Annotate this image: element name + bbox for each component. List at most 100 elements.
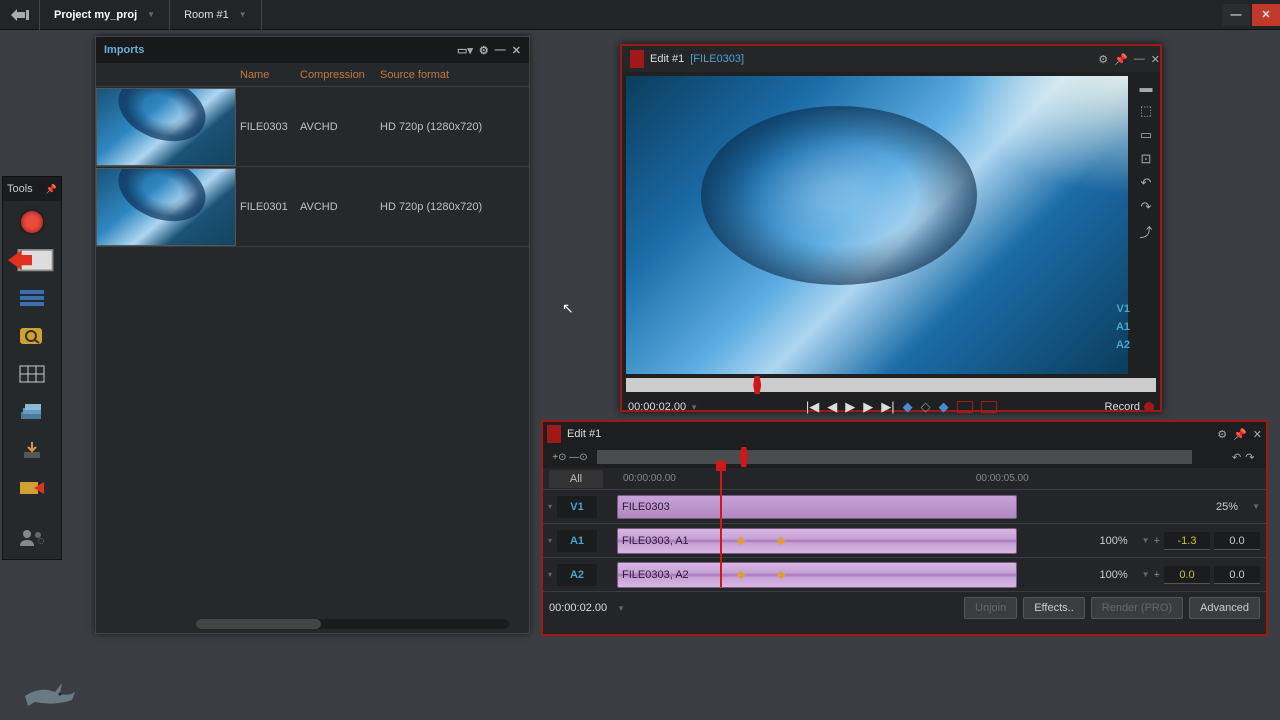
preview-header: Edit #1 [FILE0303] ⚙ 📌 — ✕ <box>622 46 1160 72</box>
chevron-down-icon[interactable]: ▼ <box>1142 536 1150 545</box>
project-dropdown[interactable]: Project my_proj ▼ <box>40 0 170 30</box>
expand-icon[interactable]: ▾ <box>543 536 557 545</box>
expand-icon[interactable]: ▾ <box>543 570 557 579</box>
goto-start-button[interactable]: |◀ <box>806 399 819 415</box>
playhead[interactable] <box>720 467 722 587</box>
users-tool[interactable] <box>8 521 56 555</box>
audio-clip[interactable]: FILE0303, A1 <box>617 528 1017 554</box>
video-clip[interactable]: FILE0303 <box>617 495 1017 519</box>
advanced-button[interactable]: Advanced <box>1189 597 1260 619</box>
preview-side-tools: ▬ ⬚ ▭ ⊡ ↶ ↷ ⤴ <box>1132 72 1160 378</box>
all-button[interactable]: All <box>549 470 603 488</box>
overview-marker[interactable] <box>740 447 748 467</box>
track-label[interactable]: V1 <box>557 496 597 518</box>
play-button[interactable]: ▶ <box>845 399 855 415</box>
export-tool[interactable] <box>8 471 56 505</box>
step-forward-button[interactable]: ▶ <box>863 399 873 415</box>
mark-out-button[interactable]: ◆ <box>939 399 949 415</box>
preview-footer: 00:00:02.00 ▼ |◀ ◀ ▶ ▶ ▶| ◆ ◇ ◆ Record <box>622 392 1160 422</box>
chevron-down-icon[interactable]: ▼ <box>1252 502 1260 511</box>
goto-end-button[interactable]: ▶| <box>881 399 894 415</box>
timeline-timecode[interactable]: 00:00:02.00 <box>549 602 607 614</box>
search-tool[interactable] <box>8 319 56 353</box>
project-label: Project my_proj <box>54 9 137 21</box>
minimize-icon[interactable]: — <box>495 44 506 57</box>
track-label[interactable]: A2 <box>557 564 597 586</box>
fit-icon[interactable]: ⬚ <box>1136 102 1156 120</box>
import-tool[interactable] <box>8 243 56 277</box>
crop-icon[interactable]: ▭ <box>1136 126 1156 144</box>
close-button[interactable]: ✕ <box>1252 4 1280 26</box>
gain-input[interactable]: 0.0 <box>1214 566 1260 584</box>
timecode[interactable]: 00:00:02.00 <box>628 401 686 413</box>
unjoin-button[interactable]: Unjoin <box>964 597 1017 619</box>
settings-icon[interactable]: ⚙ <box>1217 428 1227 441</box>
room-label: Room #1 <box>184 9 229 21</box>
redo-icon[interactable]: ↷ <box>1136 198 1156 216</box>
record-button[interactable] <box>1144 402 1154 412</box>
close-icon[interactable]: ✕ <box>1151 53 1160 66</box>
pin-icon[interactable]: 📌 <box>1233 428 1247 441</box>
minimize-icon[interactable]: — <box>1134 53 1145 66</box>
download-tool[interactable] <box>8 433 56 467</box>
chevron-down-icon[interactable]: ▼ <box>1142 570 1150 579</box>
chevron-down-icon[interactable]: ▼ <box>690 403 698 412</box>
timeline-header: Edit #1 ⚙ 📌 ✕ <box>543 422 1266 446</box>
settings-icon[interactable]: ⚙ <box>479 44 489 57</box>
audio-clip[interactable]: FILE0303, A2 <box>617 562 1017 588</box>
record-tool[interactable] <box>8 205 56 239</box>
bookmark-icon[interactable] <box>547 425 561 443</box>
timeline-panel: Edit #1 ⚙ 📌 ✕ +⊙ —⊙ ↶ ↷ All 00:00:00.00 … <box>541 420 1268 636</box>
pan-input[interactable]: 0.0 <box>1164 566 1210 584</box>
close-icon[interactable]: ✕ <box>512 44 521 57</box>
gain-input[interactable]: 0.0 <box>1214 532 1260 550</box>
export-icon[interactable]: ⤴ <box>1136 222 1156 240</box>
transport-controls: |◀ ◀ ▶ ▶ ▶| ◆ ◇ ◆ <box>806 399 997 415</box>
pin-icon[interactable]: 📌 <box>1114 53 1128 66</box>
settings-icon[interactable]: ⚙ <box>1098 53 1108 66</box>
timeline-ruler[interactable]: All 00:00:00.00 00:00:05.00 <box>543 468 1266 490</box>
undo-icon[interactable]: ↶ <box>1232 451 1241 464</box>
imports-header: Imports ▭▾ ⚙ — ✕ <box>96 37 529 63</box>
preview-panel: Edit #1 [FILE0303] ⚙ 📌 — ✕ ▬ ⬚ ▭ ⊡ ↶ ↷ ⤴… <box>620 44 1162 412</box>
redo-icon[interactable]: ↷ <box>1245 451 1254 464</box>
step-back-button[interactable]: ◀ <box>827 399 837 415</box>
safe-icon[interactable]: ⊡ <box>1136 150 1156 168</box>
effects-button[interactable]: Effects.. <box>1023 597 1085 619</box>
bookmark-icon[interactable] <box>630 50 644 68</box>
view-mode-icon[interactable]: ▭▾ <box>457 44 473 57</box>
pin-icon[interactable]: 📌 <box>46 184 57 195</box>
grid-tool[interactable] <box>8 357 56 391</box>
mark-in-button[interactable]: ◆ <box>903 399 913 415</box>
shark-logo <box>20 668 80 708</box>
video-track-v1: ▾ V1 FILE0303 25% ▼ <box>543 490 1266 524</box>
thumbnail <box>96 88 236 166</box>
imports-columns: Name Compression Source format <box>96 63 529 87</box>
import-row[interactable]: FILE0303 AVCHD HD 720p (1280x720) <box>96 87 529 167</box>
video-preview[interactable] <box>626 76 1128 374</box>
timeline-overview[interactable] <box>597 450 1192 464</box>
render-button[interactable]: Render (PRO) <box>1091 597 1183 619</box>
range-out-button[interactable] <box>981 401 997 413</box>
preview-scrubber[interactable] <box>626 378 1156 392</box>
back-button[interactable] <box>0 0 40 30</box>
mark-button[interactable]: ◇ <box>921 399 931 415</box>
range-in-button[interactable] <box>957 401 973 413</box>
room-dropdown[interactable]: Room #1 ▼ <box>170 0 262 30</box>
timeline-tool[interactable] <box>8 281 56 315</box>
pan-input[interactable]: -1.3 <box>1164 532 1210 550</box>
minimize-button[interactable]: — <box>1222 4 1250 26</box>
scrub-marker[interactable] <box>753 376 761 394</box>
expand-icon[interactable]: ▾ <box>543 502 557 511</box>
chevron-down-icon[interactable]: ▼ <box>617 604 625 613</box>
zoom-controls[interactable]: +⊙ —⊙ <box>543 452 597 463</box>
preview-track-labels: V1 A1 A2 <box>1116 300 1130 354</box>
folder-icon[interactable]: ▬ <box>1136 78 1156 96</box>
track-label[interactable]: A1 <box>557 530 597 552</box>
timeline-footer: 00:00:02.00 ▼ Unjoin Effects.. Render (P… <box>543 592 1266 624</box>
undo-icon[interactable]: ↶ <box>1136 174 1156 192</box>
stack-tool[interactable] <box>8 395 56 429</box>
horizontal-scrollbar[interactable] <box>196 619 509 629</box>
import-row[interactable]: FILE0301 AVCHD HD 720p (1280x720) <box>96 167 529 247</box>
close-icon[interactable]: ✕ <box>1253 428 1262 441</box>
